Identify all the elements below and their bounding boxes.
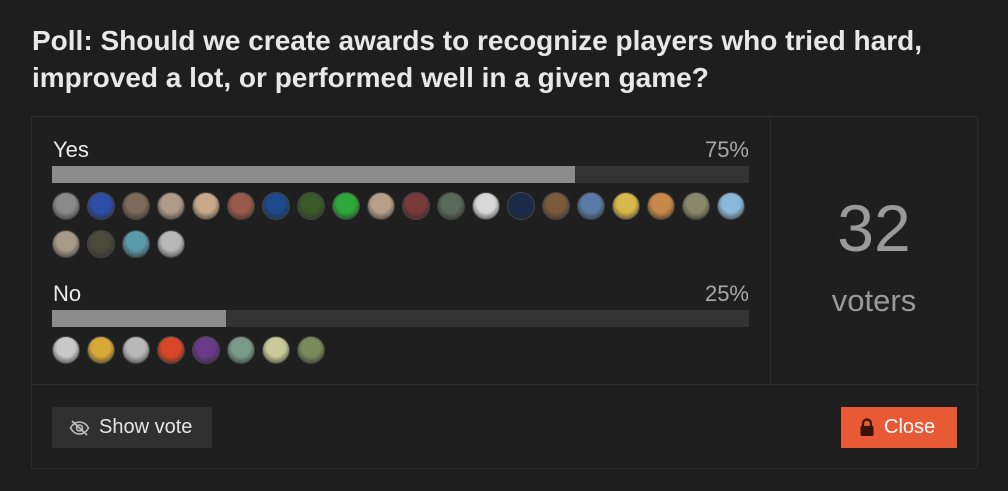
poll-title: Poll: Should we create awards to recogni…	[32, 25, 922, 93]
avatar[interactable]	[717, 192, 745, 220]
show-vote-button[interactable]: Show vote	[52, 407, 212, 448]
avatar[interactable]	[612, 192, 640, 220]
close-label: Close	[884, 416, 936, 438]
avatar[interactable]	[262, 336, 290, 364]
avatar[interactable]	[122, 192, 150, 220]
avatar[interactable]	[332, 192, 360, 220]
voter-avatars	[52, 192, 762, 268]
poll-option-no: No 25%	[52, 281, 749, 374]
avatar[interactable]	[577, 192, 605, 220]
avatar[interactable]	[227, 336, 255, 364]
avatar[interactable]	[122, 230, 150, 258]
avatar[interactable]	[402, 192, 430, 220]
result-bar	[52, 310, 749, 327]
avatar[interactable]	[192, 336, 220, 364]
avatar[interactable]	[157, 336, 185, 364]
avatar[interactable]	[437, 192, 465, 220]
option-label: Yes	[53, 137, 89, 162]
avatar[interactable]	[87, 192, 115, 220]
result-bar-fill	[52, 166, 575, 183]
avatar[interactable]	[507, 192, 535, 220]
eye-slash-icon	[69, 419, 90, 436]
option-percent: 75%	[704, 137, 749, 162]
show-vote-label: Show vote	[99, 416, 193, 438]
result-bar	[52, 166, 749, 183]
avatar[interactable]	[87, 336, 115, 364]
poll-option-yes: Yes 75%	[52, 137, 749, 268]
avatar[interactable]	[122, 336, 150, 364]
avatar[interactable]	[157, 192, 185, 220]
avatar[interactable]	[87, 230, 115, 258]
avatar[interactable]	[227, 192, 255, 220]
avatar[interactable]	[297, 192, 325, 220]
poll-options: Yes 75% No 25%	[32, 117, 771, 385]
avatar[interactable]	[52, 230, 80, 258]
option-label: No	[53, 281, 82, 306]
avatar[interactable]	[367, 192, 395, 220]
avatar[interactable]	[647, 192, 675, 220]
avatar[interactable]	[52, 336, 80, 364]
voter-summary: 32 voters	[771, 117, 977, 385]
voters-label: voters	[831, 283, 917, 318]
poll-container: Yes 75% No 25% 32 voters Show vote Close	[31, 116, 978, 469]
result-bar-fill	[52, 310, 227, 327]
lock-icon	[859, 418, 875, 437]
avatar[interactable]	[682, 192, 710, 220]
avatar[interactable]	[157, 230, 185, 258]
avatar[interactable]	[262, 192, 290, 220]
close-poll-button[interactable]: Close	[841, 407, 957, 448]
voter-avatars	[52, 336, 762, 374]
avatar[interactable]	[52, 192, 80, 220]
avatar[interactable]	[542, 192, 570, 220]
option-percent: 25%	[704, 281, 749, 306]
voters-count: 32	[837, 191, 911, 265]
avatar[interactable]	[192, 192, 220, 220]
avatar[interactable]	[297, 336, 325, 364]
avatar[interactable]	[472, 192, 500, 220]
